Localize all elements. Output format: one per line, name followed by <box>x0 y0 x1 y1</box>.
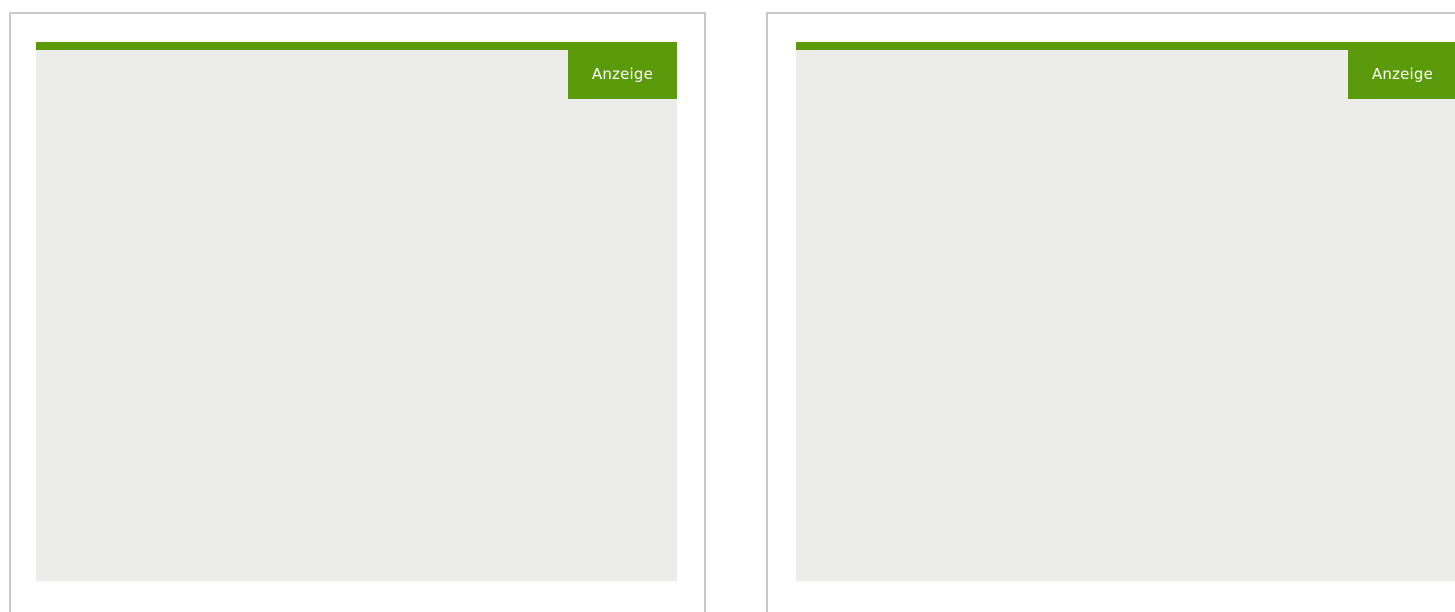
ad-label-badge: Anzeige <box>1348 50 1455 99</box>
ad-panel-left: Anzeige <box>9 12 706 612</box>
ad-slot[interactable]: Anzeige <box>36 42 677 581</box>
ad-panel-right: Anzeige <box>766 12 1455 612</box>
ad-label-badge: Anzeige <box>568 50 677 99</box>
ad-slot[interactable]: Anzeige <box>796 42 1455 581</box>
